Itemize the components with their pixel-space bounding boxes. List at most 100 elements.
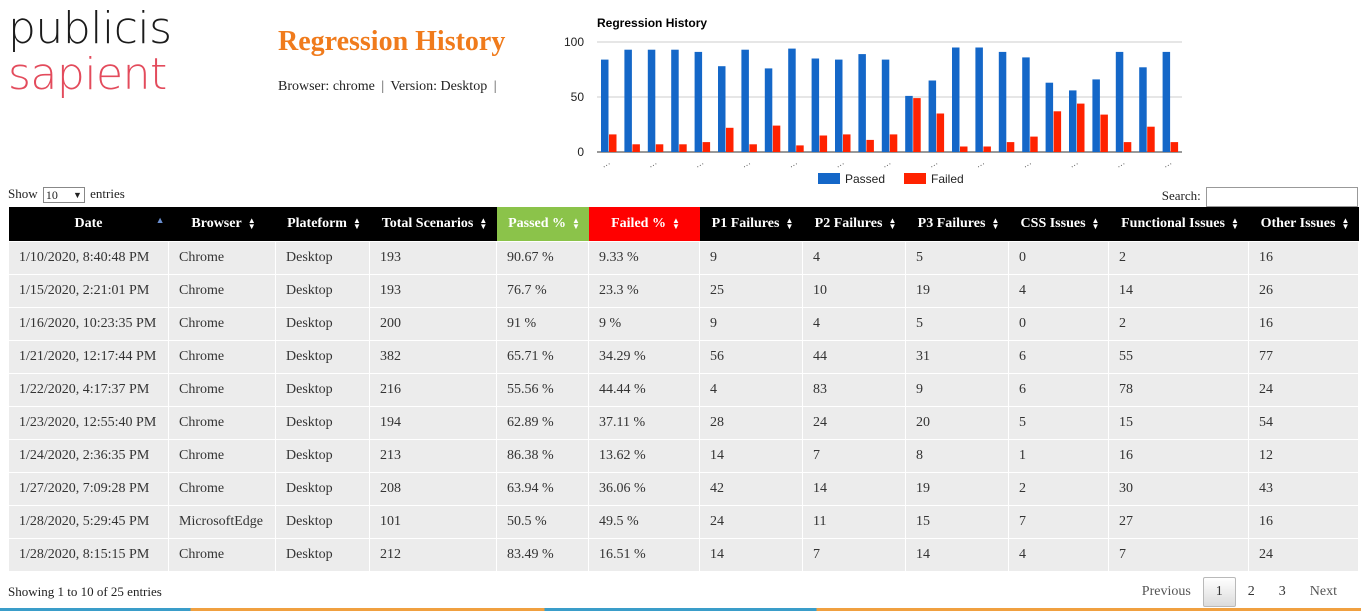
bar-passed [975,47,983,152]
version-label: Version: Desktop [390,79,488,94]
column-header[interactable]: P3 Failures ▲ ▼ [905,207,1009,242]
table-cell: 44 [802,340,906,374]
previous-button[interactable]: Previous [1130,578,1203,606]
table-cell: 101 [369,505,497,539]
column-header[interactable]: Other Issues ▲ ▼ [1248,207,1359,242]
bar-failed [936,113,945,152]
table-cell: 1/10/2020, 8:40:48 PM [8,241,169,275]
bar-passed [624,49,632,153]
bar-passed [694,51,703,152]
table-cell: 4 [802,307,906,341]
table-cell: 16 [1108,439,1249,473]
bar-failed [1147,126,1155,152]
table-row: 1/10/2020, 8:40:48 PM Chrome Desktop 193 90.… [8,241,1359,275]
column-header-label: Total Scenarios [381,216,474,231]
table-cell: 54 [1248,406,1359,440]
page-1-button[interactable]: 1 [1202,577,1236,607]
bar-failed [1006,142,1015,152]
column-header[interactable]: CSS Issues ▲ ▼ [1008,207,1109,242]
bar-failed [609,134,617,152]
next-button[interactable]: Next [1298,578,1349,606]
page-2-button[interactable]: 2 [1236,578,1267,606]
table-cell: 7 [1108,538,1249,572]
table-cell: 1/22/2020, 4:17:37 PM [8,373,169,407]
column-header-label: Browser [191,216,242,231]
table-cell: 55.56 % [496,373,589,407]
table-cell: 11 [802,505,906,539]
browser-label: Browser: chrome [278,79,375,94]
table-cell: 19 [905,274,1009,308]
table-cell: 30 [1108,472,1249,506]
table-cell: MicrosoftEdge [168,505,276,539]
table-cell: 23.3 % [588,274,700,308]
bar-passed [1115,51,1124,152]
table-cell: 34.29 % [588,340,700,374]
bar-failed [702,142,711,152]
column-header[interactable]: Date ▲ [8,207,169,242]
x-tick-label: … [693,157,706,170]
sort-both-icon: ▲ ▼ [888,215,896,231]
table-cell: 1/24/2020, 2:36:35 PM [8,439,169,473]
table-cell: 63.94 % [496,472,589,506]
logo-line2: sapient [8,49,167,100]
x-tick-label: … [833,157,846,170]
bar-failed [749,144,757,152]
table-row: 1/16/2020, 10:23:35 PM Chrome Desktop 200 91… [8,307,1359,341]
table-cell: 15 [905,505,1009,539]
table-cell: 14 [699,538,803,572]
table-cell: 14 [905,538,1009,572]
separator: | [381,79,385,94]
table-cell: 194 [369,406,497,440]
chevron-down-icon: ▼ [72,190,82,201]
run-info: Browser: chrome | Version: Desktop | [278,79,500,95]
bar-passed [905,95,913,152]
column-header-label: Passed % [508,216,567,231]
table-cell: 15 [1108,406,1249,440]
bar-passed [718,66,726,152]
table-cell: 8 [905,439,1009,473]
table-cell: 78 [1108,373,1249,407]
y-tick-label: 100 [564,35,584,49]
table-cell: 212 [369,538,497,572]
table-cell: 31 [905,340,1009,374]
table-cell: 20 [905,406,1009,440]
table-cell: Desktop [275,340,370,374]
table-row: 1/23/2020, 12:55:40 PM Chrome Desktop 194 62… [8,406,1359,440]
column-header[interactable]: Plateform ▲ ▼ [275,207,370,242]
search-input[interactable] [1206,187,1358,207]
bar-failed [1053,111,1062,152]
x-tick-label: … [1161,157,1174,170]
table-cell: Desktop [275,241,370,275]
table-cell: 4 [1008,274,1109,308]
table-cell: 200 [369,307,497,341]
table-row: 1/28/2020, 5:29:45 PM MicrosoftEdge Deskto… [8,505,1359,539]
table-cell: 9 [699,241,803,275]
table-cell: 1/15/2020, 2:21:01 PM [8,274,169,308]
table-cell: Desktop [275,406,370,440]
page-length-select[interactable]: 10 ▼ [42,187,85,204]
bar-failed [1100,114,1108,152]
column-header[interactable]: P2 Failures ▲ ▼ [802,207,906,242]
sort-both-icon: ▲ ▼ [991,215,999,231]
bar-passed [811,58,820,152]
table-cell: 193 [369,241,497,275]
sort-both-icon: ▲ ▼ [247,215,256,231]
regression-table: Date ▲ Browser ▲ ▼ Plateform ▲ ▼ Total Scenarios… [8,207,1359,572]
table-row: 1/24/2020, 2:36:35 PM Chrome Desktop 213 86.… [8,439,1359,473]
column-header[interactable]: Functional Issues ▲ ▼ [1108,207,1249,242]
column-header[interactable]: P1 Failures ▲ ▼ [699,207,803,242]
page-3-button[interactable]: 3 [1267,578,1298,606]
bar-passed [788,48,796,152]
column-header[interactable]: Failed % ▲ ▼ [588,207,700,242]
column-header[interactable]: Passed % ▲ ▼ [496,207,589,242]
table-cell: 26 [1248,274,1359,308]
bar-passed [1092,79,1100,152]
bar-passed [1162,51,1171,152]
sort-both-icon: ▲ ▼ [671,215,680,231]
table-cell: 19 [905,472,1009,506]
table-cell: 208 [369,472,497,506]
table-cell: Chrome [168,406,276,440]
column-header[interactable]: Total Scenarios ▲ ▼ [369,207,497,242]
column-header[interactable]: Browser ▲ ▼ [168,207,276,242]
logo-line1: publicis [8,3,172,54]
